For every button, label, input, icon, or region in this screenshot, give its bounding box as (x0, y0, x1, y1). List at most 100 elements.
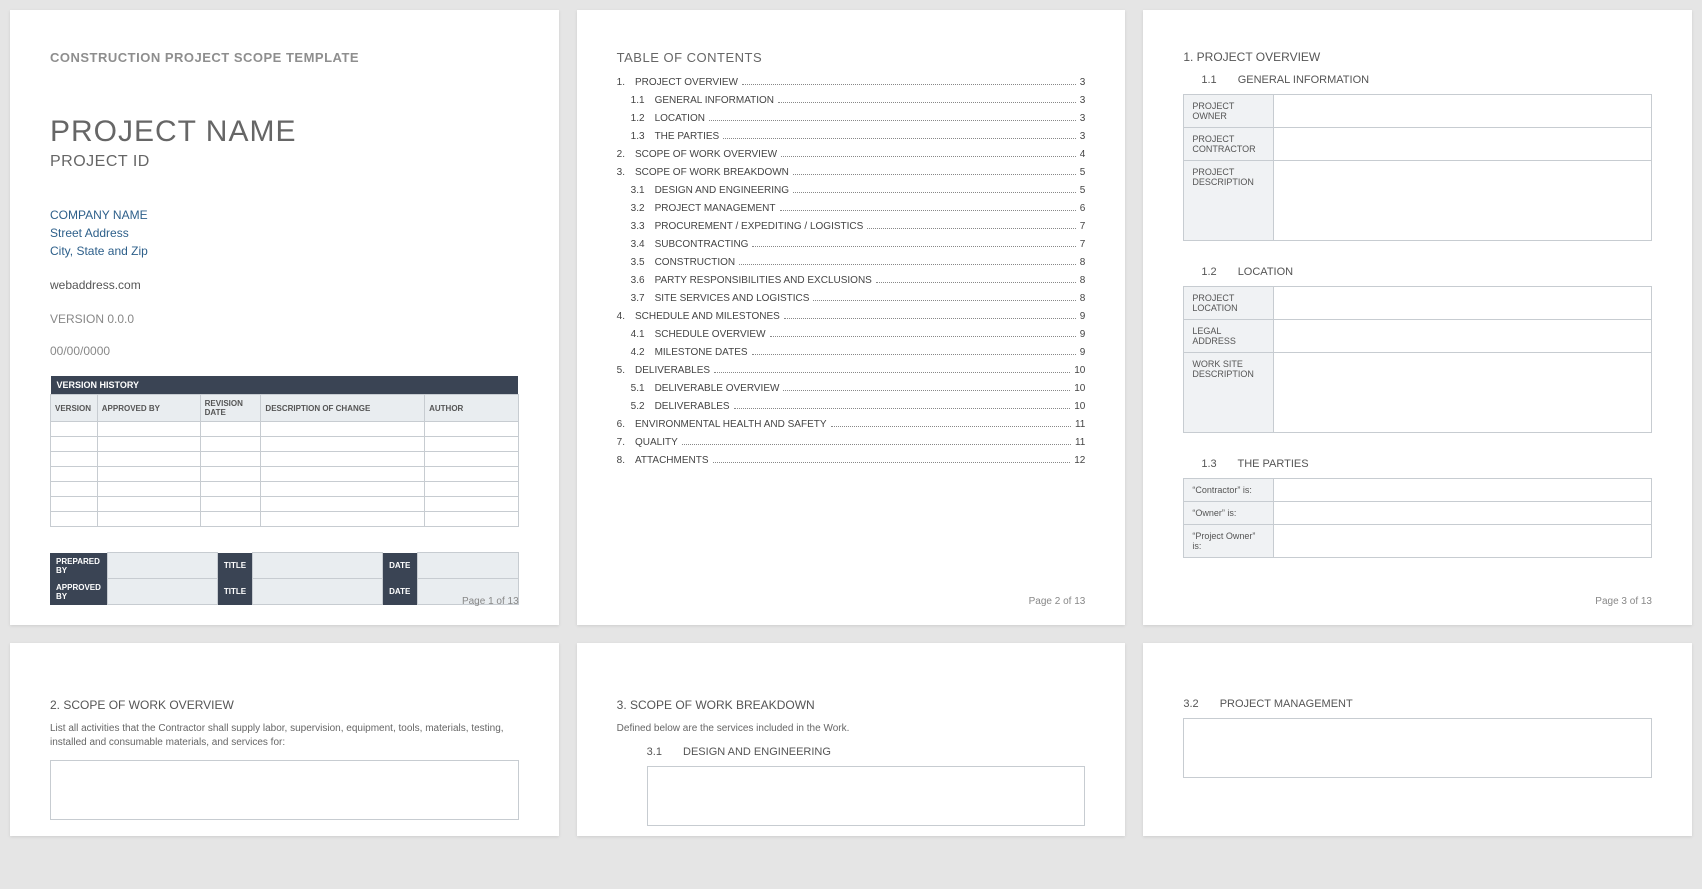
toc-num: 5.1 (631, 383, 645, 394)
signoff-table: PREPARED BY TITLE DATE APPROVED BY TITLE… (50, 552, 519, 605)
toc-num: 3.7 (631, 293, 645, 304)
document-page-3: 1. PROJECT OVERVIEW 1.1 GENERAL INFORMAT… (1143, 10, 1692, 625)
val-worksite-description[interactable] (1274, 353, 1652, 433)
prepared-by-field[interactable] (107, 553, 217, 579)
toc-entry[interactable]: 4.SCHEDULE AND MILESTONES9 (617, 311, 1086, 322)
val-contractor[interactable] (1274, 479, 1652, 502)
val-project-location[interactable] (1274, 287, 1652, 320)
key-project-contractor: PROJECT CONTRACTOR (1184, 128, 1274, 161)
toc-dots (780, 210, 1076, 211)
section-3-note: Defined below are the services included … (617, 722, 1086, 736)
date-text: 00/00/0000 (50, 344, 519, 358)
toc-page: 8 (1080, 275, 1086, 286)
val-project-owner-party[interactable] (1274, 525, 1652, 558)
toc-entry[interactable]: 8.ATTACHMENTS12 (617, 455, 1086, 466)
location-table: PROJECT LOCATION LEGAL ADDRESS WORK SITE… (1183, 286, 1652, 433)
toc-dots (831, 426, 1071, 427)
subsec-num: 3.2 (1183, 698, 1198, 710)
toc-num: 8. (617, 455, 625, 466)
toc-entry[interactable]: 3.SCOPE OF WORK BREAKDOWN5 (617, 167, 1086, 178)
val-project-owner[interactable] (1274, 95, 1652, 128)
toc-num: 4. (617, 311, 625, 322)
val-project-description[interactable] (1274, 161, 1652, 241)
date-label-1: DATE (383, 553, 418, 579)
toc-entry[interactable]: 3.6PARTY RESPONSIBILITIES AND EXCLUSIONS… (617, 275, 1086, 286)
toc-dots (709, 120, 1076, 121)
toc-entry[interactable]: 1.3THE PARTIES3 (617, 131, 1086, 142)
date-field-1[interactable] (418, 553, 519, 579)
toc-page: 9 (1080, 347, 1086, 358)
project-name: PROJECT NAME (50, 115, 519, 149)
col-version: VERSION (51, 395, 98, 422)
toc-num: 4.1 (631, 329, 645, 340)
toc-entry[interactable]: 7.QUALITY11 (617, 437, 1086, 448)
col-approved-by: APPROVED BY (97, 395, 200, 422)
version-history-table: VERSION HISTORY VERSION APPROVED BY REVI… (50, 376, 519, 527)
title-field-2[interactable] (253, 579, 383, 605)
version-text: VERSION 0.0.0 (50, 312, 519, 326)
page-number: Page 1 of 13 (462, 596, 519, 607)
toc-page: 3 (1080, 113, 1086, 124)
toc-page: 5 (1080, 167, 1086, 178)
section-3-header: 3. SCOPE OF WORK BREAKDOWN (617, 698, 1086, 712)
table-row (51, 422, 519, 437)
toc-entry[interactable]: 1.1GENERAL INFORMATION3 (617, 95, 1086, 106)
company-block: COMPANY NAME Street Address City, State … (50, 206, 519, 260)
table-row (51, 467, 519, 482)
toc-entry[interactable]: 3.3PROCUREMENT / EXPEDITING / LOGISTICS7 (617, 221, 1086, 232)
toc-entry[interactable]: 4.2MILESTONE DATES9 (617, 347, 1086, 358)
toc-label: DELIVERABLES (635, 365, 710, 376)
toc-entry[interactable]: 1.2LOCATION3 (617, 113, 1086, 124)
toc-page: 11 (1075, 437, 1085, 448)
template-title: CONSTRUCTION PROJECT SCOPE TEMPLATE (50, 50, 519, 65)
toc-entry[interactable]: 3.1DESIGN AND ENGINEERING5 (617, 185, 1086, 196)
toc-entry[interactable]: 6.ENVIRONMENTAL HEALTH AND SAFETY11 (617, 419, 1086, 430)
toc-dots (752, 246, 1075, 247)
val-owner[interactable] (1274, 502, 1652, 525)
approved-by-field[interactable] (107, 579, 217, 605)
title-field-1[interactable] (253, 553, 383, 579)
toc-num: 3.1 (631, 185, 645, 196)
toc-page: 3 (1080, 77, 1086, 88)
toc-num: 1.3 (631, 131, 645, 142)
toc-page: 8 (1080, 257, 1086, 268)
toc-entry[interactable]: 3.7SITE SERVICES AND LOGISTICS8 (617, 293, 1086, 304)
page-number: Page 3 of 13 (1595, 596, 1652, 607)
key-owner: “Owner” is: (1184, 502, 1274, 525)
toc-entry[interactable]: 2.SCOPE OF WORK OVERVIEW4 (617, 149, 1086, 160)
toc-page: 12 (1074, 455, 1085, 466)
toc-page: 9 (1080, 311, 1086, 322)
toc-label: GENERAL INFORMATION (655, 95, 774, 106)
toc-entry[interactable]: 5.2DELIVERABLES10 (617, 401, 1086, 412)
toc-entry[interactable]: 5.DELIVERABLES10 (617, 365, 1086, 376)
key-legal-address: LEGAL ADDRESS (1184, 320, 1274, 353)
toc-entry[interactable]: 3.5CONSTRUCTION8 (617, 257, 1086, 268)
toc-dots (793, 192, 1076, 193)
col-revision-date: REVISION DATE (200, 395, 261, 422)
document-page-1: CONSTRUCTION PROJECT SCOPE TEMPLATE PROJ… (10, 10, 559, 625)
val-project-contractor[interactable] (1274, 128, 1652, 161)
key-project-location: PROJECT LOCATION (1184, 287, 1274, 320)
date-label-2: DATE (383, 579, 418, 605)
toc-num: 3.2 (631, 203, 645, 214)
toc-entry[interactable]: 4.1SCHEDULE OVERVIEW9 (617, 329, 1086, 340)
project-management-box[interactable] (1183, 718, 1652, 778)
street-address: Street Address (50, 224, 519, 242)
design-engineering-box[interactable] (647, 766, 1086, 826)
col-author: AUTHOR (425, 395, 519, 422)
table-row (51, 452, 519, 467)
toc-entry[interactable]: 5.1DELIVERABLE OVERVIEW10 (617, 383, 1086, 394)
toc-entry[interactable]: 1.PROJECT OVERVIEW3 (617, 77, 1086, 88)
document-page-2: TABLE OF CONTENTS 1.PROJECT OVERVIEW31.1… (577, 10, 1126, 625)
key-project-owner: PROJECT OWNER (1184, 95, 1274, 128)
val-legal-address[interactable] (1274, 320, 1652, 353)
subsection-1-1: 1.1 GENERAL INFORMATION (1201, 74, 1652, 86)
toc-page: 10 (1074, 365, 1085, 376)
toc-entry[interactable]: 3.2PROJECT MANAGEMENT6 (617, 203, 1086, 214)
toc-num: 7. (617, 437, 625, 448)
scope-overview-box[interactable] (50, 760, 519, 820)
toc-num: 3.6 (631, 275, 645, 286)
toc-entry[interactable]: 3.4SUBCONTRACTING7 (617, 239, 1086, 250)
page-number: Page 2 of 13 (1029, 596, 1086, 607)
subsec-label: DESIGN AND ENGINEERING (683, 746, 831, 758)
